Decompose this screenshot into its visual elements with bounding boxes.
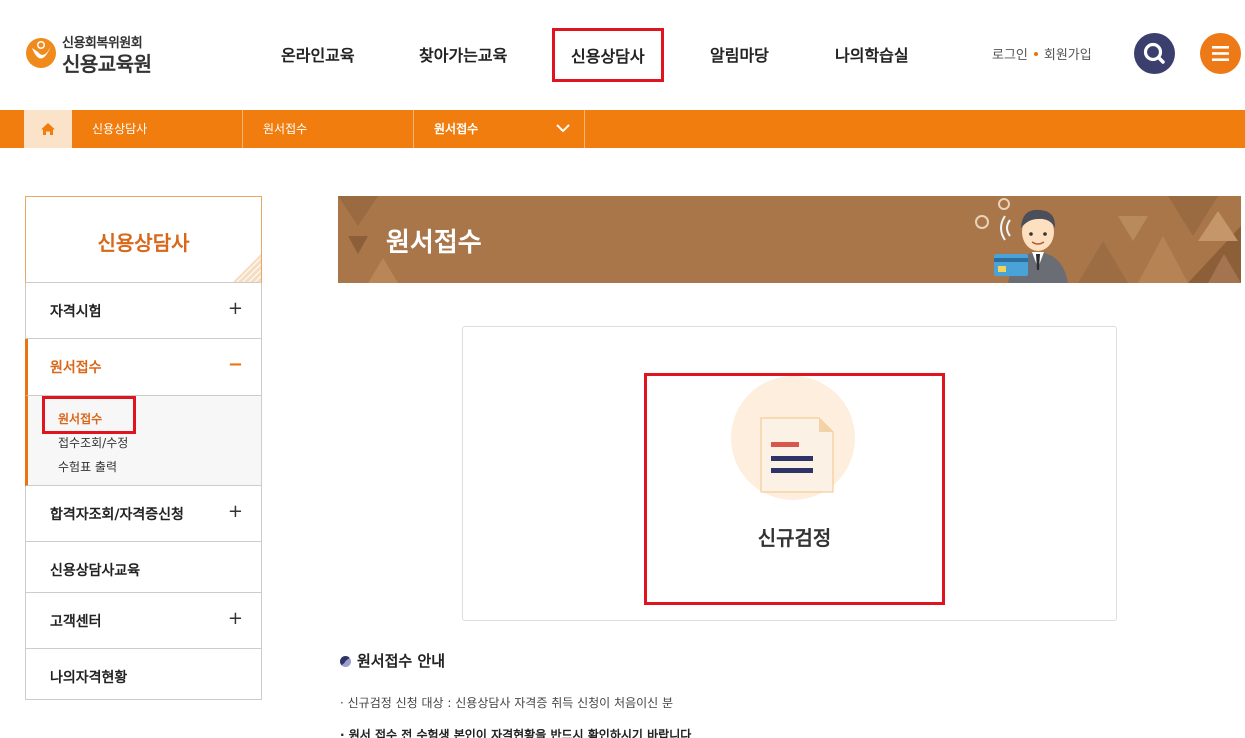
bullet-icon xyxy=(340,656,351,667)
nav-notice[interactable]: 알림마당 xyxy=(710,42,769,66)
corner-decoration-icon xyxy=(233,254,261,282)
login-link[interactable]: 로그인 xyxy=(992,48,1028,63)
search-icon xyxy=(1143,42,1165,64)
utility-links: 로그인 회원가입 xyxy=(992,44,1092,63)
sidebar-item-counselor-education[interactable]: 신용상담사교육 xyxy=(25,542,262,593)
sidebar-item-label: 나의자격현황 xyxy=(50,670,128,686)
sidebar-submenu: 원서접수 접수조회/수정 수험표 출력 xyxy=(25,396,262,486)
breadcrumb-depth2[interactable]: 원서접수 xyxy=(243,110,414,148)
page-banner: 원서접수 xyxy=(338,196,1241,283)
sidebar: 신용상담사 자격시험 + 원서접수 − 원서접수 접수조회/수정 수험표 출력 … xyxy=(25,196,262,700)
guide-heading: 원서접수 안내 xyxy=(340,650,445,671)
submenu-item-application[interactable]: 원서접수 xyxy=(58,410,102,427)
breadcrumb-depth1[interactable]: 신용상담사 xyxy=(72,110,243,148)
chevron-down-icon xyxy=(556,124,570,133)
home-button[interactable] xyxy=(24,110,72,148)
sidebar-item-exam[interactable]: 자격시험 + xyxy=(25,283,262,339)
sidebar-item-my-qualification[interactable]: 나의자격현황 xyxy=(25,649,262,700)
sidebar-title-box: 신용상담사 xyxy=(25,196,262,283)
document-icon-circle xyxy=(731,376,855,500)
expand-plus-icon: + xyxy=(227,501,243,522)
menu-button[interactable] xyxy=(1200,33,1241,74)
sidebar-item-pass-certificate[interactable]: 합격자조회/자격증신청 + xyxy=(25,486,262,542)
site-logo[interactable]: 신용회복위원회 신용교육원 xyxy=(24,30,164,78)
new-exam-label: 신규검정 xyxy=(757,526,832,550)
exam-type-card: 신규검정 xyxy=(462,326,1117,621)
page-title: 원서접수 xyxy=(386,228,482,258)
sidebar-item-customer-center[interactable]: 고객센터 + xyxy=(25,593,262,649)
guide-text-line: · 신규검정 신청 대상 : 신용상담사 자격증 취득 신청이 처음이신 분 xyxy=(340,696,674,710)
submenu-item-lookup-edit[interactable]: 접수조회/수정 xyxy=(58,434,128,451)
hamburger-menu-icon xyxy=(1212,46,1229,61)
collapse-minus-icon: − xyxy=(227,354,243,375)
expand-plus-icon: + xyxy=(227,298,243,319)
home-icon xyxy=(41,123,55,135)
sidebar-item-label: 원서접수 xyxy=(50,360,102,376)
counselor-character-icon xyxy=(975,198,1068,283)
nav-my-study-room[interactable]: 나의학습실 xyxy=(835,42,909,66)
new-exam-option[interactable]: 신규검정 xyxy=(644,373,945,605)
nav-online-education[interactable]: 온라인교육 xyxy=(281,42,355,66)
breadcrumb-depth3-label: 원서접수 xyxy=(434,122,479,136)
breadcrumb-depth1-label: 신용상담사 xyxy=(92,122,148,136)
sidebar-item-label: 신용상담사교육 xyxy=(50,563,141,579)
breadcrumb-depth2-label: 원서접수 xyxy=(263,122,308,136)
sidebar-item-label: 자격시험 xyxy=(50,304,102,320)
guide-heading-text: 원서접수 안내 xyxy=(357,652,446,670)
breadcrumb-depth3-dropdown[interactable]: 원서접수 xyxy=(414,110,585,148)
sidebar-item-label: 고객센터 xyxy=(50,614,102,630)
document-icon xyxy=(760,417,834,493)
nav-credit-counselor[interactable]: 신용상담사 xyxy=(552,28,664,82)
join-link[interactable]: 회원가입 xyxy=(1044,48,1092,63)
separator-dot xyxy=(1033,52,1038,56)
expand-plus-icon: + xyxy=(227,608,243,629)
logo-site-name: 신용교육원 xyxy=(62,52,152,76)
nav-visiting-education[interactable]: 찾아가는교육 xyxy=(419,42,507,66)
sidebar-item-application[interactable]: 원서접수 − xyxy=(25,339,262,396)
guide-text-line: · 원서 접수 전 수험생 본인이 자격현황을 반드시 확인하시기 바랍니다 xyxy=(340,728,692,738)
search-button[interactable] xyxy=(1134,33,1175,74)
location-bar: 신용상담사 원서접수 원서접수 xyxy=(0,110,1245,148)
sidebar-title: 신용상담사 xyxy=(97,231,190,255)
site-header: 신용회복위원회 신용교육원 온라인교육 찾아가는교육 신용상담사 알림마당 나의… xyxy=(0,0,1245,110)
sidebar-item-label: 합격자조회/자격증신청 xyxy=(50,507,184,523)
logo-mark-icon xyxy=(26,38,56,68)
submenu-item-admission-ticket[interactable]: 수험표 출력 xyxy=(58,458,117,475)
